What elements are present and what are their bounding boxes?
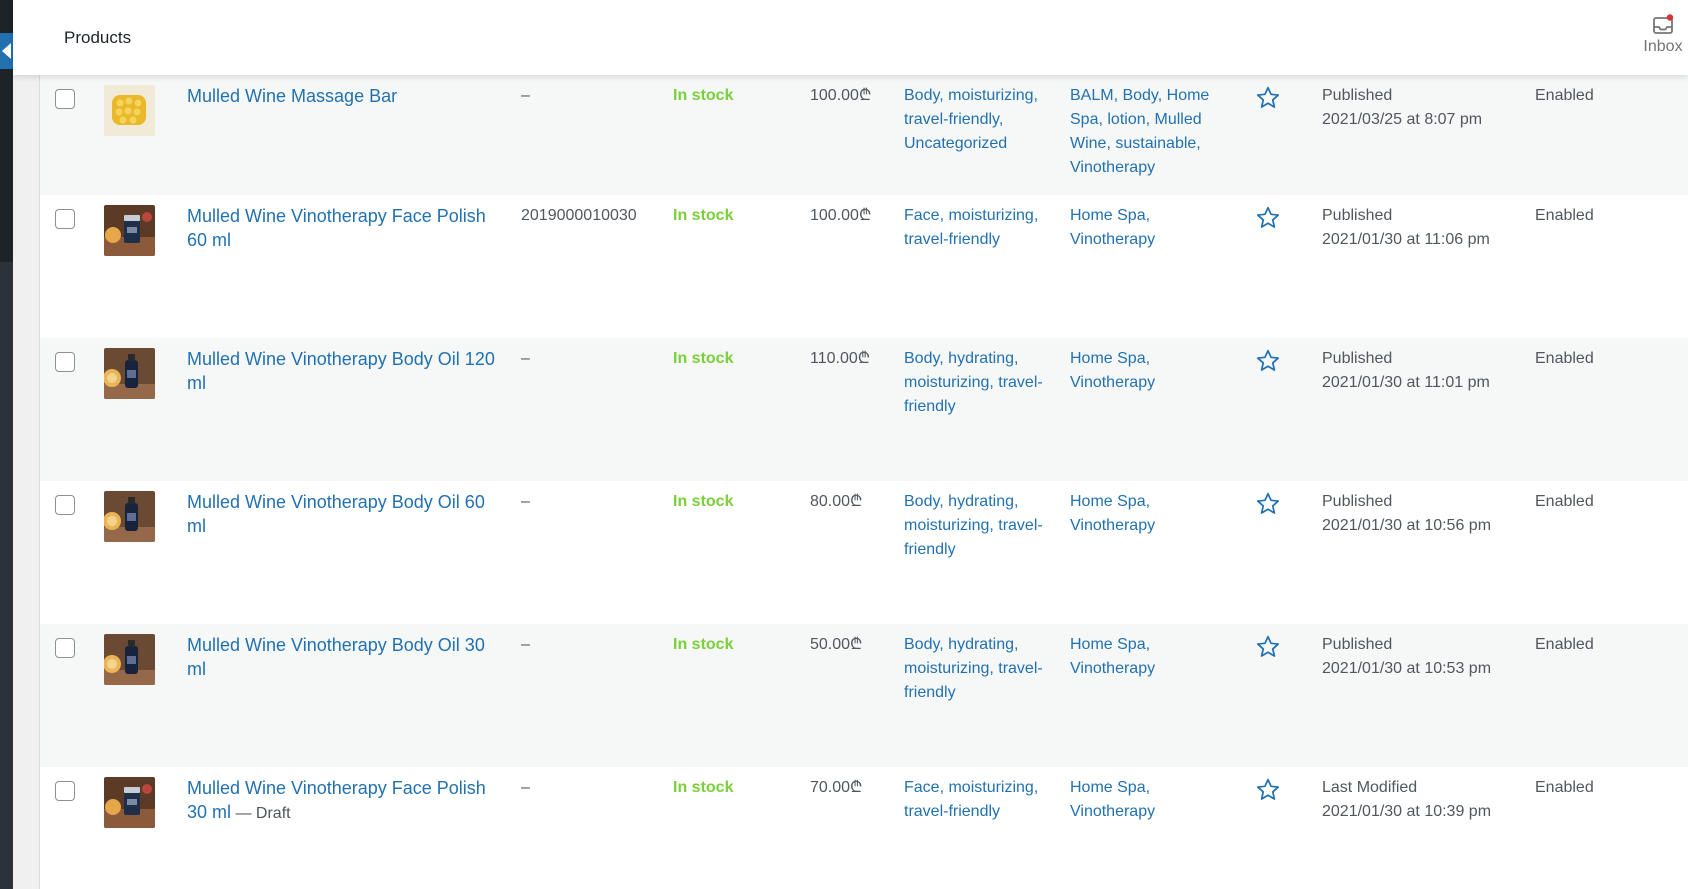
product-price: 100.00₾ (810, 207, 872, 224)
product-price: 100.00₾ (810, 87, 872, 104)
product-categories[interactable]: Body, hydrating, moisturizing, travel-fr… (904, 490, 1054, 562)
product-sku: 2019000010030 (521, 207, 637, 224)
publish-date: Published 2021/01/30 at 10:56 pm (1322, 493, 1492, 534)
product-price: 110.00₾ (810, 350, 871, 367)
product-sku: – (521, 87, 530, 104)
product-tags[interactable]: Home Spa, Vinotherapy (1070, 776, 1220, 824)
product-sku: – (521, 350, 530, 367)
table-row: Mulled Wine Vinotherapy Face Polish 60 m… (40, 195, 1688, 338)
product-tags[interactable]: Home Spa, Vinotherapy (1070, 490, 1220, 538)
row-checkbox[interactable] (55, 638, 75, 658)
featured-star-icon[interactable] (1255, 85, 1281, 111)
featured-star-icon[interactable] (1255, 491, 1281, 517)
publish-date: Last Modified 2021/01/30 at 10:39 pm (1322, 779, 1492, 820)
row-checkbox[interactable] (55, 781, 75, 801)
featured-star-icon[interactable] (1255, 777, 1281, 803)
stock-status: In stock (673, 207, 734, 224)
product-tags[interactable]: Home Spa, Vinotherapy (1070, 347, 1220, 395)
row-checkbox[interactable] (55, 89, 75, 109)
page-title: Products (64, 28, 132, 47)
product-categories[interactable]: Face, moisturizing, travel-friendly (904, 204, 1054, 252)
product-name-link[interactable]: Mulled Wine Vinotherapy Body Oil 120 ml (187, 347, 497, 397)
publish-date: Published 2021/01/30 at 11:01 pm (1322, 350, 1490, 391)
product-price: 80.00₾ (810, 493, 863, 510)
table-row: Mulled Wine Vinotherapy Body Oil 60 ml –… (40, 481, 1688, 624)
product-thumbnail[interactable] (104, 205, 155, 256)
publish-date: Published 2021/03/25 at 8:07 pm (1322, 87, 1483, 128)
product-status: Enabled (1535, 493, 1594, 510)
row-checkbox[interactable] (55, 209, 75, 229)
product-status: Enabled (1535, 779, 1594, 796)
product-categories[interactable]: Body, moisturizing, travel-friendly, Unc… (904, 84, 1054, 156)
page-header: Products Inbox (13, 0, 1688, 75)
product-name-link[interactable]: Mulled Wine Vinotherapy Face Polish 30 m… (187, 776, 497, 826)
draft-label: — Draft (231, 805, 291, 822)
table-row: Mulled Wine Vinotherapy Face Polish 30 m… (40, 767, 1688, 889)
product-name-link[interactable]: Mulled Wine Vinotherapy Body Oil 60 ml (187, 490, 497, 540)
product-thumbnail[interactable] (104, 634, 155, 685)
publish-date: Published 2021/01/30 at 11:06 pm (1322, 207, 1490, 248)
product-tags[interactable]: Home Spa, Vinotherapy (1070, 633, 1220, 681)
stock-status: In stock (673, 493, 734, 510)
product-thumbnail[interactable] (104, 348, 155, 399)
stock-status: In stock (673, 636, 734, 653)
product-price: 70.00₾ (810, 779, 863, 796)
table-row: Mulled Wine Vinotherapy Body Oil 120 ml … (40, 338, 1688, 481)
row-checkbox[interactable] (55, 352, 75, 372)
inbox-icon (1652, 14, 1674, 36)
product-name-link[interactable]: Mulled Wine Massage Bar (187, 84, 497, 110)
admin-sidebar (0, 0, 13, 889)
table-row: Mulled Wine Massage Bar – In stock 100.0… (40, 75, 1688, 195)
product-name-link[interactable]: Mulled Wine Vinotherapy Body Oil 30 ml (187, 633, 497, 683)
stock-status: In stock (673, 87, 734, 104)
product-tags[interactable]: Home Spa, Vinotherapy (1070, 204, 1220, 252)
featured-star-icon[interactable] (1255, 634, 1281, 660)
table-row: Mulled Wine Vinotherapy Body Oil 30 ml –… (40, 624, 1688, 767)
inbox-label: Inbox (1643, 38, 1683, 55)
product-sku: – (521, 636, 530, 653)
product-thumbnail[interactable] (104, 491, 155, 542)
product-sku: – (521, 779, 530, 796)
products-table: Mulled Wine Massage Bar – In stock 100.0… (39, 75, 1688, 889)
inbox-button[interactable]: Inbox (1638, 14, 1688, 56)
stock-status: In stock (673, 779, 734, 796)
row-checkbox[interactable] (55, 495, 75, 515)
product-categories[interactable]: Face, moisturizing, travel-friendly (904, 776, 1054, 824)
product-status: Enabled (1535, 350, 1594, 367)
product-status: Enabled (1535, 636, 1594, 653)
product-status: Enabled (1535, 87, 1594, 104)
featured-star-icon[interactable] (1255, 348, 1281, 374)
product-price: 50.00₾ (810, 636, 863, 653)
product-sku: – (521, 493, 530, 510)
product-tags[interactable]: BALM, Body, Home Spa, lotion, Mulled Win… (1070, 84, 1220, 180)
stock-status: In stock (673, 350, 734, 367)
product-categories[interactable]: Body, hydrating, moisturizing, travel-fr… (904, 347, 1054, 419)
product-categories[interactable]: Body, hydrating, moisturizing, travel-fr… (904, 633, 1054, 705)
publish-date: Published 2021/01/30 at 10:53 pm (1322, 636, 1492, 677)
product-name-link[interactable]: Mulled Wine Vinotherapy Face Polish 60 m… (187, 204, 497, 254)
product-status: Enabled (1535, 207, 1594, 224)
product-thumbnail[interactable] (104, 85, 155, 136)
admin-sidebar-strip (0, 262, 13, 889)
product-thumbnail[interactable] (104, 777, 155, 828)
featured-star-icon[interactable] (1255, 205, 1281, 231)
